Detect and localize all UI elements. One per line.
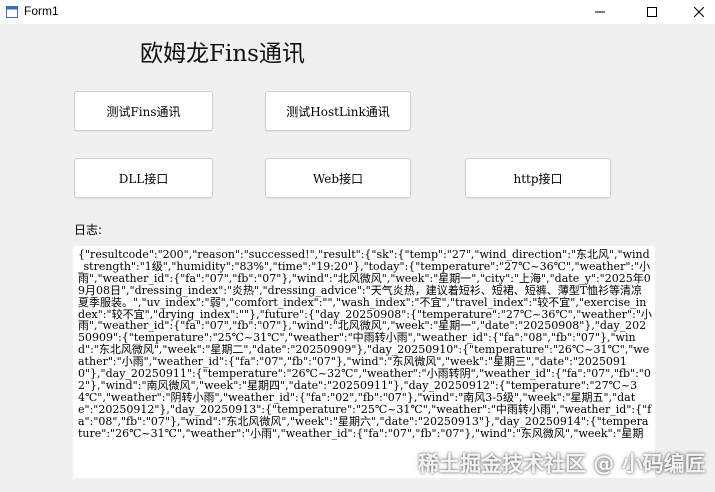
title-bar: Form1	[0, 0, 715, 24]
minimize-icon	[595, 11, 605, 13]
web-interface-button[interactable]: Web接口	[265, 158, 411, 198]
window-title: Form1	[24, 4, 59, 18]
log-textbox[interactable]: {"resultcode":"200","reason":"successed!…	[73, 246, 655, 478]
log-content: {"resultcode":"200","reason":"successed!…	[78, 248, 652, 440]
test-fins-button[interactable]: 测试Fins通讯	[74, 91, 213, 131]
maximize-icon	[647, 7, 657, 17]
dll-interface-button[interactable]: DLL接口	[74, 158, 213, 198]
http-interface-button[interactable]: http接口	[465, 158, 611, 198]
maximize-button[interactable]	[629, 0, 675, 24]
minimize-button[interactable]	[577, 0, 623, 24]
test-hostlink-button[interactable]: 测试HostLink通讯	[265, 91, 411, 131]
close-button[interactable]	[676, 0, 715, 24]
app-icon	[6, 6, 18, 18]
log-label: 日志:	[74, 223, 103, 237]
page-title: 欧姆龙Fins通讯	[140, 41, 305, 67]
close-icon	[694, 7, 704, 17]
watermark: 稀土掘金技术社区 @ 小码编匠	[418, 452, 706, 476]
